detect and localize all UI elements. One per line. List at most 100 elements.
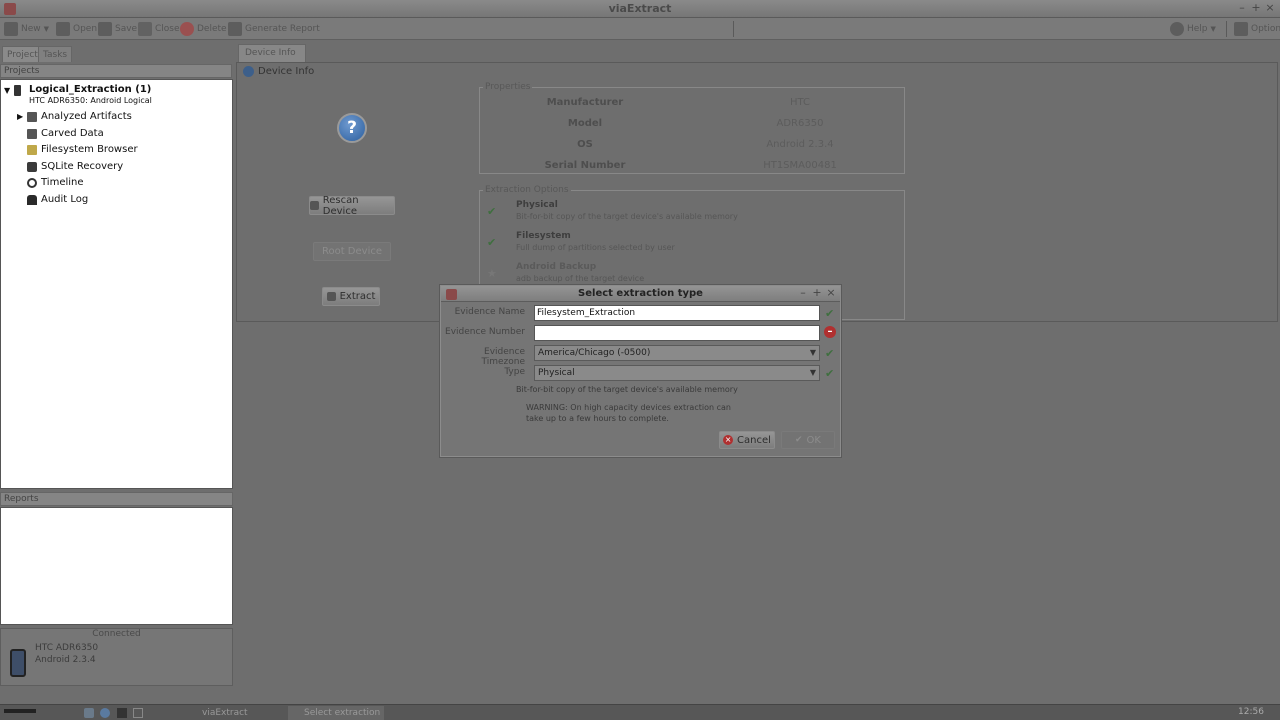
phone-icon xyxy=(14,85,22,96)
star-icon: ★ xyxy=(487,267,497,280)
help-question-icon: ? xyxy=(337,113,367,143)
taskbar-item-viaextract[interactable]: viaExtract xyxy=(186,706,282,720)
ok-check-icon: ✔ xyxy=(795,435,803,445)
tree-item-filesystem-browser[interactable]: Filesystem Browser xyxy=(27,144,138,155)
dialog-maximize-icon[interactable]: + xyxy=(811,287,823,299)
evidence-name-label: Evidence Name xyxy=(454,307,525,317)
open-button[interactable]: Open xyxy=(56,21,97,37)
save-icon xyxy=(98,22,112,36)
device-phone-icon[interactable] xyxy=(10,649,26,677)
property-label: Manufacturer xyxy=(546,97,624,108)
valid-check-icon: ✔ xyxy=(825,367,835,380)
valid-check-icon: ✔ xyxy=(825,307,835,320)
tree-root-toggle[interactable]: ▼ xyxy=(4,85,22,96)
project-tree: ▼ Logical_Extraction (1) HTC ADR6350: An… xyxy=(0,79,233,489)
clock-icon xyxy=(27,177,37,188)
property-value: ADR6350 xyxy=(776,118,824,129)
select-extraction-dialog: Select extraction type – + × Evidence Na… xyxy=(440,285,841,457)
root-device-button[interactable]: Root Device xyxy=(313,242,391,261)
cancel-icon: × xyxy=(723,435,734,445)
report-icon xyxy=(228,22,242,36)
options-button[interactable]: Options xyxy=(1234,21,1280,37)
type-description: Bit-for-bit copy of the target device's … xyxy=(516,385,738,394)
option-filesystem-title[interactable]: Filesystem xyxy=(516,231,571,241)
dialog-close-icon[interactable]: × xyxy=(825,287,837,299)
file-manager-icon[interactable] xyxy=(84,708,94,718)
extract-icon xyxy=(326,292,336,301)
generate-report-button[interactable]: Generate Report xyxy=(228,21,320,37)
chevron-down-icon: ▼ xyxy=(4,86,11,95)
connected-device-name[interactable]: HTC ADR6350 xyxy=(35,643,98,653)
extract-button[interactable]: Extract xyxy=(322,287,380,306)
property-value: HTC xyxy=(789,97,811,108)
database-icon xyxy=(27,161,37,172)
error-icon: – xyxy=(824,326,836,338)
option-physical-title[interactable]: Physical xyxy=(516,200,558,210)
dialog-title-bar: Select extraction type – + × xyxy=(441,286,840,302)
close-button[interactable]: Close xyxy=(138,21,180,37)
toolbar: New ▼ Open Save Close Delete Generate Re… xyxy=(0,18,1280,40)
rescan-icon xyxy=(310,201,319,210)
cancel-button[interactable]: × Cancel xyxy=(719,431,775,449)
device-info-pane: Device Info ? Rescan Device Root Device … xyxy=(236,62,1278,322)
type-select[interactable]: Physical ▼ xyxy=(534,365,820,381)
maximize-icon[interactable]: + xyxy=(1250,2,1262,14)
tab-device-info[interactable]: Device Info xyxy=(238,44,306,62)
reports-panel xyxy=(0,507,233,625)
help-button[interactable]: Help ▼ xyxy=(1170,21,1216,37)
close-window-icon[interactable]: × xyxy=(1264,2,1276,14)
chevron-down-icon: ▼ xyxy=(809,348,817,357)
desktop-icon[interactable] xyxy=(133,708,143,718)
delete-button[interactable]: Delete xyxy=(180,21,227,37)
dialog-minimize-icon[interactable]: – xyxy=(797,287,809,299)
chevron-down-icon: ▼ xyxy=(809,368,817,377)
evidence-number-input[interactable] xyxy=(534,325,820,341)
timezone-select[interactable]: America/Chicago (-0500) ▼ xyxy=(534,345,820,361)
title-bar: viaExtract – + × xyxy=(0,0,1280,18)
delete-icon xyxy=(180,22,194,36)
tree-item-audit-log[interactable]: Audit Log xyxy=(27,194,88,205)
device-info-title: Device Info xyxy=(258,66,315,77)
evidence-name-input[interactable]: Filesystem_Extraction xyxy=(534,305,820,321)
property-label: OS xyxy=(577,139,593,150)
property-label: Model xyxy=(567,118,603,129)
info-icon xyxy=(243,66,254,77)
close-x-icon xyxy=(138,22,152,36)
terminal-icon[interactable] xyxy=(117,708,127,718)
warning-line-1: WARNING: On high capacity devices extrac… xyxy=(526,403,731,412)
folder-icon xyxy=(27,144,37,155)
minimize-icon[interactable]: – xyxy=(1236,2,1248,14)
option-android-backup-title[interactable]: Android Backup xyxy=(516,262,596,272)
option-android-backup-desc: adb backup of the target device xyxy=(516,274,645,283)
tree-item-analyzed-artifacts[interactable]: ▶ Analyzed Artifacts xyxy=(17,111,132,122)
browser-icon[interactable] xyxy=(100,708,110,718)
save-button[interactable]: Save xyxy=(98,21,137,37)
tree-item-timeline[interactable]: Timeline xyxy=(27,177,84,188)
toolbar-separator xyxy=(1226,21,1227,37)
folder-icon xyxy=(27,111,37,122)
taskbar-item-dialog[interactable]: Select extraction t xyxy=(288,706,384,720)
properties-title: Properties xyxy=(483,82,533,92)
open-folder-icon xyxy=(56,22,70,36)
evidence-number-label: Evidence Number xyxy=(445,327,525,337)
new-file-icon xyxy=(4,22,18,36)
type-label: Type xyxy=(504,367,525,377)
ok-button[interactable]: ✔ OK xyxy=(781,431,835,449)
check-icon: ✔ xyxy=(487,236,497,249)
connected-header: Connected xyxy=(92,629,141,639)
new-button[interactable]: New ▼ xyxy=(4,21,49,37)
window-title: viaExtract xyxy=(608,2,672,15)
tree-item-carved-data[interactable]: Carved Data xyxy=(27,128,104,139)
option-physical-desc: Bit-for-bit copy of the target device's … xyxy=(516,212,738,221)
start-menu-icon[interactable] xyxy=(4,709,36,713)
rescan-device-button[interactable]: Rescan Device xyxy=(309,195,395,217)
tree-item-sqlite-recovery[interactable]: SQLite Recovery xyxy=(27,161,123,172)
project-root-title[interactable]: Logical_Extraction (1) xyxy=(29,84,151,95)
valid-check-icon: ✔ xyxy=(825,347,835,360)
clock: 12:56 xyxy=(1238,707,1264,717)
taskbar: viaExtract Select extraction t 12:56 xyxy=(0,704,1280,720)
projects-header: Projects xyxy=(0,64,232,78)
tab-tasks[interactable]: Tasks xyxy=(38,46,73,62)
help-icon xyxy=(1170,22,1184,36)
audit-icon xyxy=(27,194,37,205)
